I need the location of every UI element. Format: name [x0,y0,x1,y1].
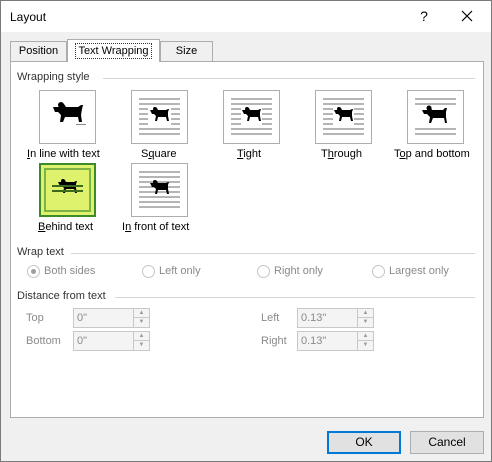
wrap-through-label: Through [321,148,362,160]
close-icon[interactable] [455,4,479,28]
distance-bottom-label: Bottom [26,335,61,347]
in-front-dog-icon [139,171,180,208]
distance-top-label: Top [26,312,44,324]
layout-dialog: Layout ? Position Text Wrapping Size Wra… [0,0,492,462]
distance-heading: Distance from text [17,290,106,302]
spin-up-icon[interactable]: ▲ [358,332,373,341]
ok-button[interactable]: OK [327,431,401,454]
wrap-in-front-label: In front of text [122,221,190,233]
wrap-tight-button[interactable] [223,90,280,144]
radio-circle [257,265,270,278]
wrap-square-label: Square [141,148,177,160]
window-title: Layout [10,10,47,24]
radio-circle [142,265,155,278]
title-bar: Layout ? [1,1,491,32]
wrap-square-button[interactable] [131,90,188,144]
wrap-tight-label: Tight [237,148,262,160]
tab-size[interactable]: Size [160,41,213,61]
distance-left-label: Left [261,312,280,324]
spin-down-icon[interactable]: ▼ [358,318,373,327]
spin-up-icon[interactable]: ▲ [358,309,373,318]
wrap-text-heading: Wrap text [17,246,64,258]
wrap-behind-text-label: Behind text [38,221,94,233]
radio-circle [372,265,385,278]
distance-right-value: 0.13" [301,335,327,347]
help-button[interactable]: ? [414,5,434,27]
spin-down-icon[interactable]: ▼ [134,318,149,327]
distance-top-value: 0" [77,312,88,324]
spin-up-icon[interactable]: ▲ [134,332,149,341]
distance-right-spinner[interactable]: 0.13" ▲ ▼ [297,331,374,351]
tab-text-wrapping[interactable]: Text Wrapping [67,39,160,62]
wrap-through-button[interactable] [315,90,372,144]
distance-top-spinner[interactable]: 0" ▲ ▼ [73,308,150,328]
radio-dot [31,269,36,274]
spin-down-icon[interactable]: ▼ [358,341,373,350]
distance-right-label: Right [261,335,287,347]
spin-down-icon[interactable]: ▼ [134,341,149,350]
distance-left-spinner[interactable]: 0.13" ▲ ▼ [297,308,374,328]
in-line-dog-icon [53,102,86,125]
wrap-top-bottom-label: Top and bottom [394,148,470,160]
tight-dog-icon [231,98,272,135]
wrap-in-line-button[interactable] [39,90,96,144]
wrapping-style-heading: Wrapping style [17,71,90,83]
wrap-top-bottom-button[interactable] [407,90,464,144]
wrap-behind-text-button[interactable] [39,163,96,217]
distance-divider [115,297,475,298]
through-dog-icon [323,98,364,135]
spin-up-icon[interactable]: ▲ [134,309,149,318]
radio-circle [27,265,40,278]
wrapping-style-divider [103,78,475,79]
cancel-button[interactable]: Cancel [410,431,484,454]
wrap-text-divider [71,253,475,254]
distance-bottom-spinner[interactable]: 0" ▲ ▼ [73,331,150,351]
distance-left-value: 0.13" [301,312,327,324]
wrap-in-front-button[interactable] [131,163,188,217]
square-dog-icon [139,98,180,135]
top-bottom-dog-icon [415,98,456,135]
wrap-in-line-label: In line with text [27,148,100,160]
behind-text-dog-icon [52,179,83,193]
tab-text-wrapping-label: Text Wrapping [75,43,152,59]
distance-bottom-value: 0" [77,335,88,347]
tab-position[interactable]: Position [10,41,67,61]
